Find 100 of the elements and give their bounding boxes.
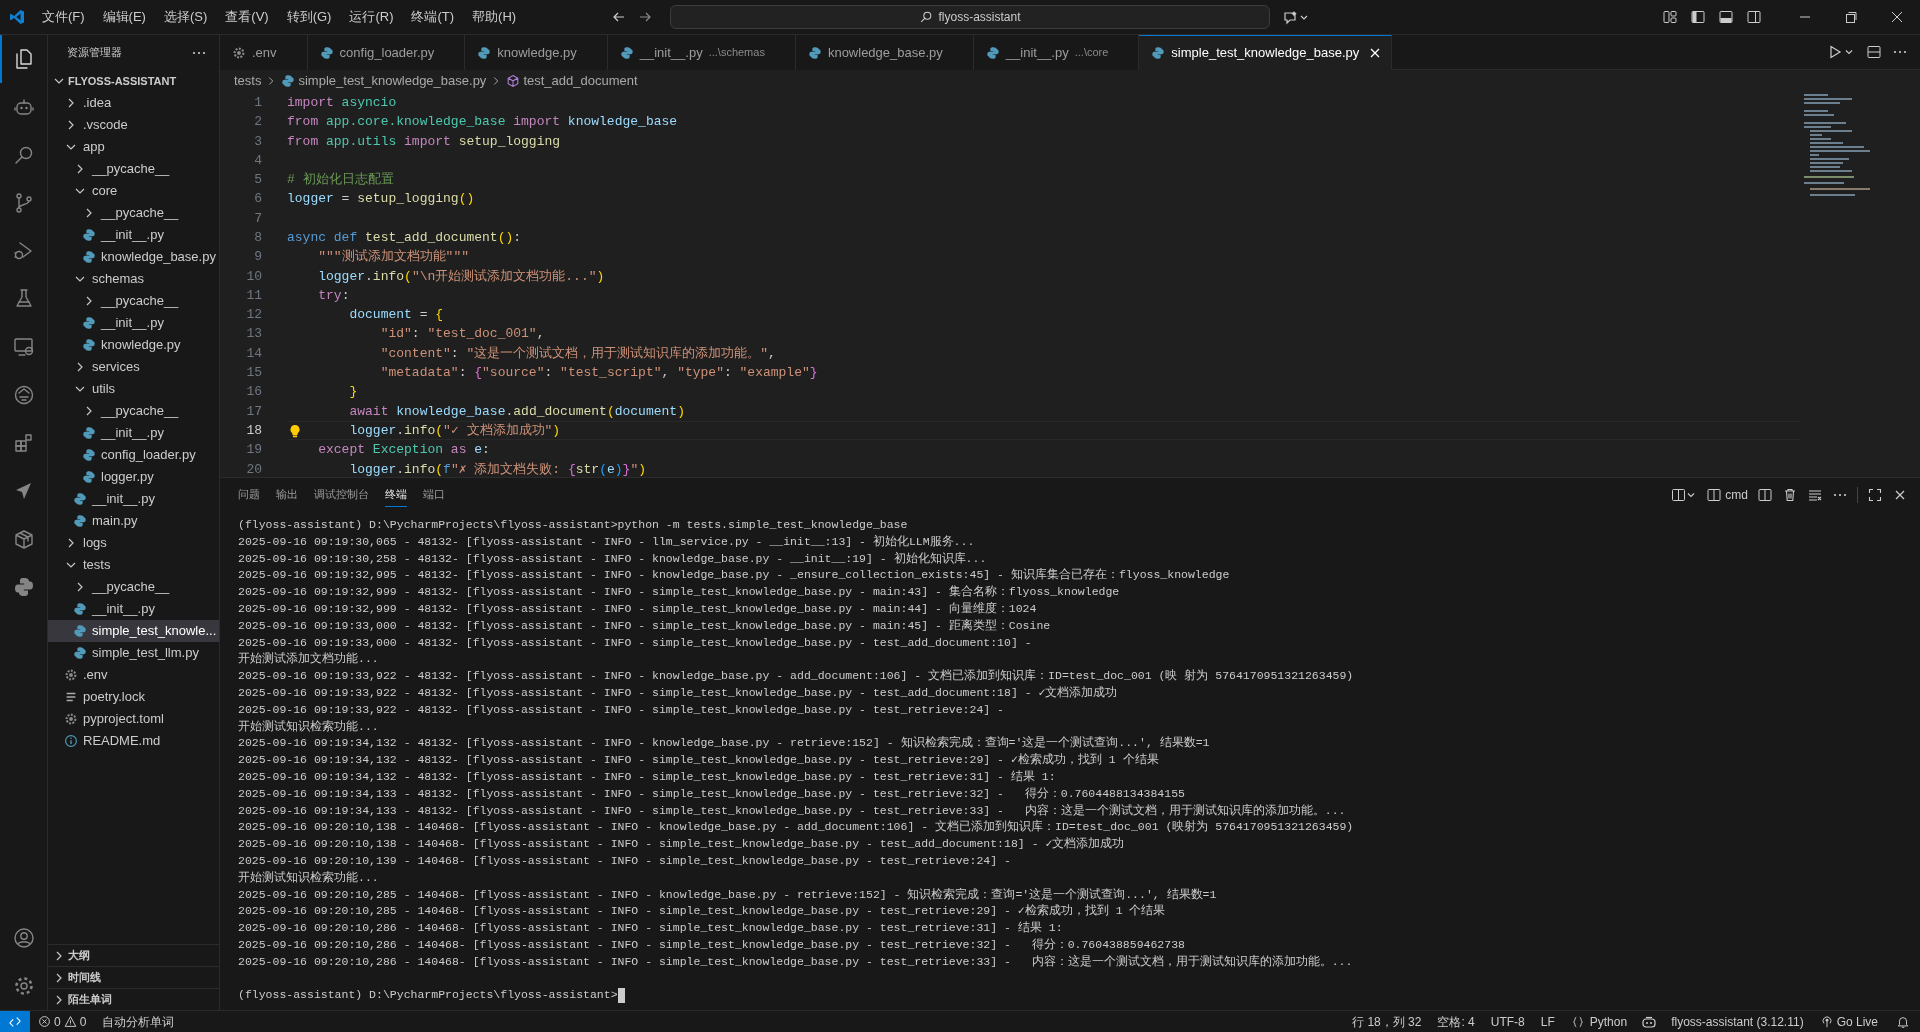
menu-item[interactable]: 文件(F) [34,4,93,30]
tree-item[interactable]: pyproject.toml [48,708,219,730]
menu-item[interactable]: 帮助(H) [464,4,525,30]
language-button[interactable]: Python [1562,1012,1636,1031]
account-icon[interactable] [11,926,36,950]
list-icon[interactable] [1807,487,1823,503]
terminal-line: 2025-09-16 09:19:32,999 - 48132- [flyoss-assistant - INFO - simple_test_knowledge_base.py - main:43] - 集合名称：flyoss_knowledge [238,584,1121,601]
tree-item[interactable]: .idea [48,92,219,114]
tree-item[interactable]: services [48,356,219,378]
status-item[interactable]: 空格: 4 [1429,1012,1483,1031]
lightbulb-icon[interactable] [289,424,301,439]
split-editor-icon[interactable] [1866,44,1882,60]
sidebar-toggle-icon[interactable] [1690,9,1706,25]
split-icon[interactable] [1757,487,1773,503]
section-header[interactable]: 时间线 [48,966,219,988]
tree-item[interactable]: __pycache__ [48,400,219,422]
tree-item[interactable]: tests [48,554,219,576]
remote-monitor-icon[interactable] [11,335,36,359]
menu-item[interactable]: 编辑(E) [94,4,154,30]
section-header[interactable]: FLYOSS-ASSISTANT [48,70,219,92]
status-item[interactable]: LF [1532,1012,1563,1031]
terminal-line: 2025-09-16 09:20:10,285 - 140468- [flyoss-assistant - INFO - simple_test_knowledge_base.py - test_retrieve:29] - ✓检索成功，找到 1 个结果 [238,903,1167,920]
copilot-icon[interactable] [1282,9,1308,25]
terminal-line: 2025-09-16 09:19:30,065 - 48132- [flyoss-assistant - INFO - llm_service.py - __init__:13] - 初始化LLM服务... [238,533,976,550]
editor-tab[interactable]: knowledge_base.py [795,35,974,70]
cube-icon [506,74,521,88]
tree-item[interactable]: app [48,136,219,158]
breadcrumb-item[interactable]: test_add_document [523,71,638,91]
remote-icon [8,1014,22,1029]
remote-button[interactable] [0,1010,30,1032]
panel-tab[interactable]: 调试控制台 [314,483,369,507]
panel-tab[interactable]: 端口 [423,483,445,507]
tree-item[interactable]: schemas [48,268,219,290]
secondary-sidebar-icon[interactable] [1746,9,1762,25]
go-live-button[interactable]: Go Live [1811,1012,1886,1031]
status-item[interactable]: flyoss-assistant (3.12.11) [1663,1012,1812,1031]
search-box[interactable]: flyoss-assistant [670,5,1270,29]
tree-item[interactable]: .env [48,664,219,686]
editor-tab[interactable]: __init__.py ...\schemas [607,35,796,70]
trash-icon[interactable] [1782,487,1798,503]
status-item[interactable]: 自动分析单词 [94,1012,183,1031]
terminal-shell-button[interactable]: cmd [1706,486,1748,504]
panel-tab[interactable]: 问题 [238,483,260,507]
tree-item[interactable]: logger.py [48,466,219,488]
panel-tab[interactable]: 输出 [276,483,298,507]
python-file-icon [73,602,87,616]
menu-item[interactable]: 转到(G) [278,4,340,30]
tree-item[interactable]: __pycache__ [48,158,219,180]
tree-item[interactable]: .vscode [48,114,219,136]
editor-tab[interactable]: __init__.py ...\core [973,35,1140,70]
code-line: logger = setup_logging() [287,190,475,209]
tree-item[interactable]: simple_test_llm.py [48,642,219,664]
menu-item[interactable]: 运行(R) [341,4,402,30]
status-item[interactable]: UTF-8 [1482,1012,1533,1031]
panel-tab[interactable]: 终端 [385,483,407,507]
tree-item[interactable]: README.md [48,730,219,752]
breadcrumb-item[interactable]: tests [234,71,262,91]
tree-item[interactable]: config_loader.py [48,444,219,466]
tree-item[interactable]: __pycache__ [48,576,219,598]
layout-icon[interactable] [1662,9,1678,25]
editor-tab[interactable]: config_loader.py [307,35,466,70]
menu-item[interactable]: 选择(S) [155,4,216,30]
tree-item[interactable]: __pycache__ [48,202,219,224]
tree-item[interactable]: __init__.py [48,312,219,334]
python-file-icon [807,45,822,60]
tree-item[interactable]: simple_test_knowle... [48,620,219,642]
tree-item[interactable]: __init__.py [48,422,219,444]
tree-item[interactable]: core [48,180,219,202]
editor-tab[interactable]: knowledge.py [465,35,608,70]
panel-toggle-icon[interactable] [1718,9,1734,25]
gear-icon [64,712,78,726]
python-file-icon [82,228,96,242]
bell-icon[interactable] [1896,1014,1910,1029]
tab-description: ...\schemas [708,45,765,61]
menu-item[interactable]: 查看(V) [217,4,277,30]
tree-item[interactable]: __init__.py [48,488,219,510]
status-item[interactable]: 行 18，列 32 [1344,1012,1430,1031]
tree-item[interactable]: __init__.py [48,224,219,246]
tree-item[interactable]: knowledge_base.py [48,246,219,268]
tree-item[interactable]: knowledge.py [48,334,219,356]
tree-item[interactable]: __pycache__ [48,290,219,312]
maximize-icon[interactable] [1867,487,1883,503]
tree-item[interactable]: __init__.py [48,598,219,620]
terminal-line: 2025-09-16 09:20:10,139 - 140468- [flyoss-assistant - INFO - simple_test_knowledge_base.py - test_retrieve:24] - [238,852,1012,869]
problems-button[interactable]: 0 0 [30,1012,95,1031]
python-file-icon [82,316,96,330]
tree-item[interactable]: logs [48,532,219,554]
editor-tab[interactable]: .env [220,35,308,70]
line-number: 14 [245,344,262,363]
breadcrumb-item[interactable]: simple_test_knowledge_base.py [298,71,487,91]
python-file-icon [319,45,334,60]
tree-item[interactable]: utils [48,378,219,400]
section-header[interactable]: 大纲 [48,944,219,966]
tree-item[interactable]: main.py [48,510,219,532]
vscode-logo-icon [9,9,25,25]
terminal-line: 2025-09-16 09:20:10,138 - 140468- [flyoss-assistant - INFO - knowledge_base.py - add_document:106] - 文档已添加到知识库：ID=test_doc_001 (映射为 5764170951321263459) [238,819,1355,836]
editor-tab[interactable]: simple_test_knowledge_base.py [1139,35,1393,70]
terminal-line: 2025-09-16 09:19:32,995 - 48132- [flyoss-assistant - INFO - knowledge_base.py - _ensure_collection_exists:45] - 知识库集合已存在：flyoss_knowledge [238,567,1231,584]
menu-item[interactable]: 终端(T) [403,4,463,30]
tree-item[interactable]: poetry.lock [48,686,219,708]
